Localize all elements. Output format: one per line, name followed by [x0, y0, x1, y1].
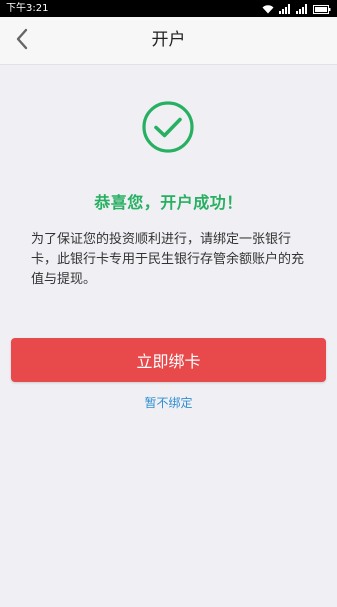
success-title: 恭喜您，开户成功！ — [94, 193, 243, 212]
skip-binding-link[interactable]: 暂不绑定 — [0, 394, 337, 411]
battery-icon — [313, 5, 331, 14]
signal-icon — [279, 4, 291, 14]
status-bar: 下午3:21 — [0, 0, 337, 17]
page-title: 开户 — [151, 30, 186, 50]
status-time: 下午3:21 — [6, 3, 49, 14]
wifi-icon — [262, 4, 274, 14]
nav-bar: 开户 — [0, 17, 337, 65]
check-circle-icon — [142, 101, 194, 153]
screen: 下午3:21 开户 恭喜您，开户成功！ 为了保证您的投资顺利进行，请绑定一张银行… — [0, 0, 337, 607]
status-icons — [262, 3, 331, 14]
signal-icon-2 — [296, 4, 308, 14]
bind-card-button[interactable]: 立即绑卡 — [11, 338, 326, 382]
bind-card-message: 为了保证您的投资顺利进行，请绑定一张银行卡，此银行卡专用于民生银行存管余额账户的… — [31, 232, 305, 287]
